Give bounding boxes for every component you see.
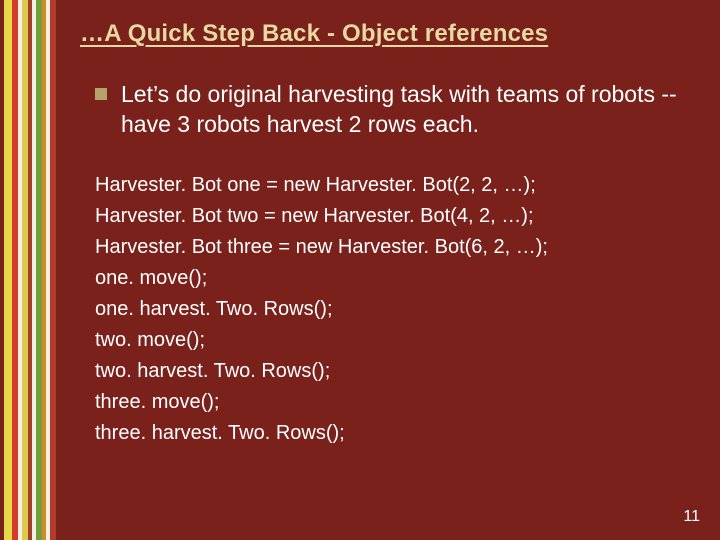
code-line: three. move(); <box>95 387 685 418</box>
code-line: Harvester. Bot three = new Harvester. Bo… <box>95 232 685 263</box>
accent-stripes <box>0 0 56 540</box>
slide-title: …A Quick Step Back - Object references <box>80 20 548 48</box>
code-line: one. move(); <box>95 263 685 294</box>
slide: …A Quick Step Back - Object references L… <box>0 0 720 540</box>
code-line: three. harvest. Two. Rows(); <box>95 418 685 449</box>
code-line: two. move(); <box>95 325 685 356</box>
code-line: Harvester. Bot one = new Harvester. Bot(… <box>95 170 685 201</box>
code-line: one. harvest. Two. Rows(); <box>95 294 685 325</box>
bullet-text: Let’s do original harvesting task with t… <box>121 80 685 140</box>
code-line: two. harvest. Two. Rows(); <box>95 356 685 387</box>
bullet-marker-icon <box>95 88 107 100</box>
stripe <box>4 0 12 540</box>
code-line: Harvester. Bot two = new Harvester. Bot(… <box>95 201 685 232</box>
bullet-item: Let’s do original harvesting task with t… <box>95 80 685 140</box>
code-block: Harvester. Bot one = new Harvester. Bot(… <box>95 170 685 449</box>
slide-body: Let’s do original harvesting task with t… <box>95 80 685 449</box>
slide-number: 11 <box>683 508 700 526</box>
stripe <box>50 0 56 540</box>
